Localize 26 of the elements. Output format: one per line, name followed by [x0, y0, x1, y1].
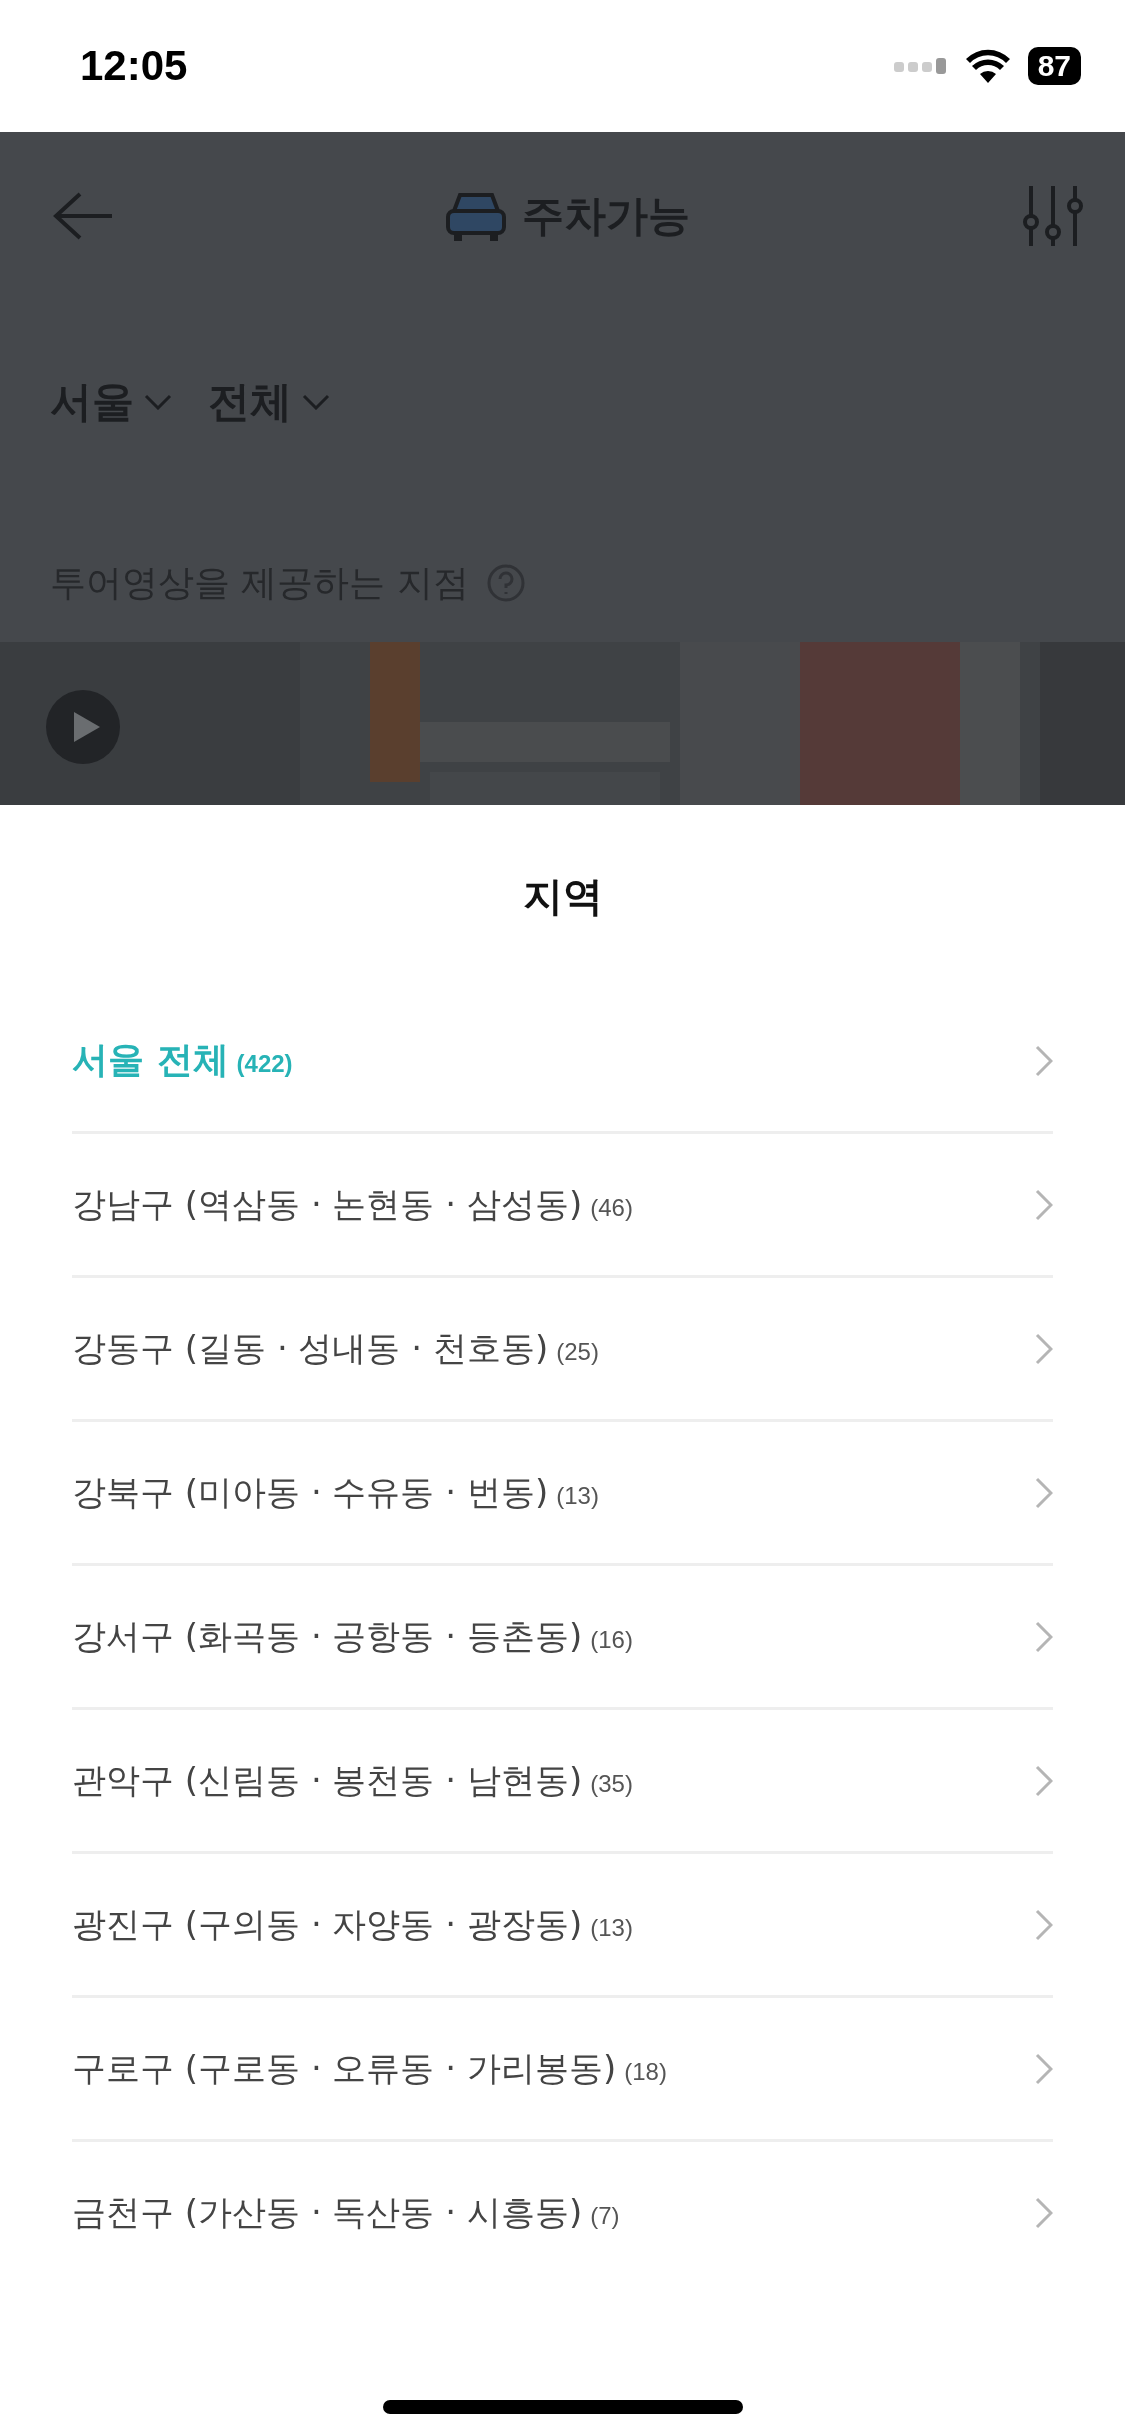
chevron-right-icon: [1035, 1188, 1053, 1221]
chevron-right-icon: [1035, 1332, 1053, 1365]
wifi-icon: [965, 49, 1010, 83]
chevron-right-icon: [1035, 1620, 1053, 1653]
battery-level: 87: [1027, 47, 1081, 85]
chevron-right-icon: [1035, 1908, 1053, 1941]
chevron-down-icon: [302, 394, 330, 410]
chevron-right-icon: [1035, 1044, 1053, 1077]
chevron-right-icon: [1035, 2196, 1053, 2229]
region-list-item[interactable]: 강동구 (길동 · 성내동 · 천호동) (25): [72, 1278, 1053, 1422]
filter-sliders-icon[interactable]: [1021, 186, 1085, 246]
region-list-item[interactable]: 광진구 (구의동 · 자양동 · 광장동) (13): [72, 1854, 1053, 1998]
region-list-item[interactable]: 금천구 (가산동 · 독산동 · 시흥동) (7): [72, 2142, 1053, 2283]
chevron-down-icon: [144, 394, 172, 410]
signal-icon: [893, 58, 948, 74]
region-list-item[interactable]: 강서구 (화곡동 · 공항동 · 등촌동) (16): [72, 1566, 1053, 1710]
status-time: 12:05: [80, 42, 188, 90]
chevron-right-icon: [1035, 1764, 1053, 1797]
sheet-title: 지역: [521, 872, 604, 921]
region-list-item[interactable]: 구로구 (구로동 · 오류동 · 가리봉동) (18): [72, 1998, 1053, 2142]
chevron-right-icon: [1035, 1476, 1053, 1509]
region-list-item[interactable]: 강남구 (역삼동 · 논현동 · 삼성동) (46): [72, 1134, 1053, 1278]
chevron-right-icon: [1035, 2052, 1053, 2085]
region-list-item[interactable]: 강북구 (미아동 · 수유동 · 번동) (13): [72, 1422, 1053, 1566]
region-list-item[interactable]: 관악구 (신림동 · 봉천동 · 남현동) (35): [72, 1710, 1053, 1854]
play-button[interactable]: [46, 690, 120, 764]
